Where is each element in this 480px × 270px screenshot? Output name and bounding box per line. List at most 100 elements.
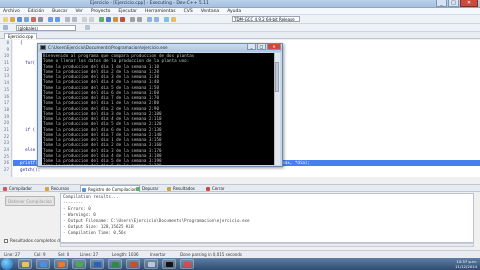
start-button-icon[interactable] [1, 258, 13, 270]
line-number: 12 [3, 66, 9, 72]
compile-icon[interactable] [99, 17, 104, 22]
taskbar-powerpoint-icon[interactable] [126, 259, 140, 269]
compiler-select[interactable]: TDM-GCC 4.9.2 64-bit Release [232, 16, 300, 22]
menu-ver[interactable]: Ver [75, 8, 82, 14]
compile-run-icon[interactable] [113, 17, 118, 22]
console-title-bar: C:\Users\Ejercicio\Documents\Programacio… [38, 44, 282, 52]
unindent-icon[interactable] [89, 17, 94, 22]
window-controls: _ □ ✕ [436, 0, 478, 8]
replace-icon[interactable] [72, 17, 77, 22]
tab-ejercicio-cpp[interactable]: Ejercicio.cpp [4, 33, 38, 39]
line-number: 18 [3, 106, 9, 112]
clock-date: 11/12/2014 [455, 264, 477, 269]
tab-recursos[interactable]: Recursos [44, 185, 69, 192]
checkbox-box[interactable] [4, 238, 8, 243]
rebuild-icon[interactable] [120, 17, 125, 22]
run-icon[interactable] [106, 17, 111, 22]
tab-cerrar[interactable]: Cerrar [205, 185, 225, 192]
help-icon[interactable] [164, 17, 169, 22]
open-folder-icon[interactable] [10, 17, 15, 22]
undo-icon[interactable] [48, 17, 53, 22]
tab-resultados[interactable]: Resultados [166, 185, 195, 192]
menu-archivo[interactable]: Archivo [3, 8, 20, 14]
taskbar-excel-icon[interactable] [108, 259, 122, 269]
resources-icon [45, 186, 49, 191]
line-number: 22 [3, 133, 9, 139]
console-window-controls: _ □ ✕ [247, 44, 281, 50]
print-icon[interactable] [38, 17, 43, 22]
tab-depurar[interactable]: Depurar [135, 185, 158, 192]
taskbar-devcpp-icon[interactable] [144, 259, 158, 269]
line-number: 27 [3, 167, 9, 173]
console-maximize-button[interactable]: □ [257, 44, 266, 50]
indent-icon[interactable] [82, 17, 87, 22]
line-number: 14 [3, 80, 9, 86]
redo-icon[interactable] [55, 17, 60, 22]
function-select[interactable]: (globales) [16, 25, 76, 31]
find-icon[interactable] [65, 17, 70, 22]
about-icon[interactable] [171, 17, 176, 22]
line-number: 20 [3, 120, 9, 126]
console-line: Tome la produccion del dia 6 de la seman… [42, 163, 274, 165]
tab-registro-compilacion[interactable]: Registro de Compilacion [80, 185, 140, 192]
debug-icon[interactable] [130, 17, 135, 22]
project-new-icon[interactable] [147, 17, 152, 22]
line-number: 16 [3, 93, 9, 99]
taskbar-chrome-icon[interactable] [72, 259, 86, 269]
new-file-icon[interactable] [3, 17, 8, 22]
log-line: - Compilation Time: 0,56s [63, 230, 127, 235]
save-icon[interactable] [17, 17, 22, 22]
maximize-button[interactable]: □ [448, 0, 459, 7]
line-number: 24 [3, 147, 9, 152]
taskbar-browser-icon[interactable] [36, 259, 50, 269]
menu-edicion[interactable]: Edición [28, 8, 44, 14]
menu-ejecutar[interactable]: Ejecutar [118, 8, 137, 14]
debug-tab-icon [136, 186, 140, 191]
project-options-icon[interactable] [154, 17, 159, 22]
console-scroll-thumb[interactable] [275, 62, 279, 92]
menu-proyecto[interactable]: Proyecto [91, 8, 111, 14]
stop-compilation-button[interactable]: Detener Compilacion [5, 196, 55, 206]
taskbar-explorer-icon[interactable] [18, 259, 32, 269]
menu-buscar[interactable]: Buscar [52, 8, 67, 14]
menu-herramientas[interactable]: Herramientas [145, 8, 176, 14]
taskbar-console-icon[interactable] [162, 259, 176, 269]
save-all-icon[interactable] [24, 17, 29, 22]
console-minimize-button[interactable]: _ [247, 44, 256, 50]
ide-window: Ejercicio - [Ejercicio.cpp] - Executing … [0, 0, 480, 258]
menu-cvs[interactable]: CVS [184, 8, 193, 14]
stop-icon[interactable] [137, 17, 142, 22]
minimize-button[interactable]: _ [436, 0, 447, 7]
class-browser-icon[interactable] [3, 25, 8, 30]
system-tray[interactable]: 10:57 p.m. 11/12/2014 [455, 259, 477, 269]
close-panel-icon [206, 186, 210, 191]
console-output[interactable]: Bienvenido al programa que compara produ… [42, 53, 274, 165]
compiler-icon [3, 186, 7, 191]
taskbar-word-icon[interactable] [90, 259, 104, 269]
window-title: Ejercicio - [Ejercicio.cpp] - Executing … [90, 1, 209, 6]
status-bar: Line: 27 Col: 9 Sel: 0 Lines: 27 Length:… [0, 250, 480, 258]
code-line: getch(); [15, 167, 41, 173]
line-number: 13 [3, 73, 9, 79]
goto-function-icon[interactable] [85, 25, 90, 30]
console-app-icon [40, 45, 46, 50]
taskbar-media-icon[interactable] [54, 259, 68, 269]
menu-ayuda[interactable]: Ayuda [227, 8, 241, 14]
close-button[interactable]: ✕ [460, 0, 478, 7]
compile-log-output[interactable]: Compilation results... -------- - Errors: … [60, 193, 474, 243]
console-window[interactable]: C:\Users\Ejercicio\Documents\Programacio… [37, 43, 283, 167]
editor-tab-row [0, 32, 480, 39]
line-number: 10 [3, 53, 9, 59]
close-file-icon[interactable] [31, 17, 36, 22]
line-number: 21 [3, 126, 9, 132]
console-close-button[interactable]: ✕ [267, 44, 281, 50]
line-number: 23 [3, 140, 9, 146]
menu-ventana[interactable]: Ventana [201, 8, 219, 14]
line-number: 19 [3, 113, 9, 119]
log-horizontal-scrollbar[interactable] [60, 243, 474, 247]
line-number: 15 [3, 86, 9, 92]
taskbar-recorder-icon[interactable] [180, 259, 194, 269]
line-number: 11 [3, 60, 9, 66]
tab-compilador[interactable]: Compilador [2, 185, 32, 192]
line-number: 26 [3, 160, 9, 166]
